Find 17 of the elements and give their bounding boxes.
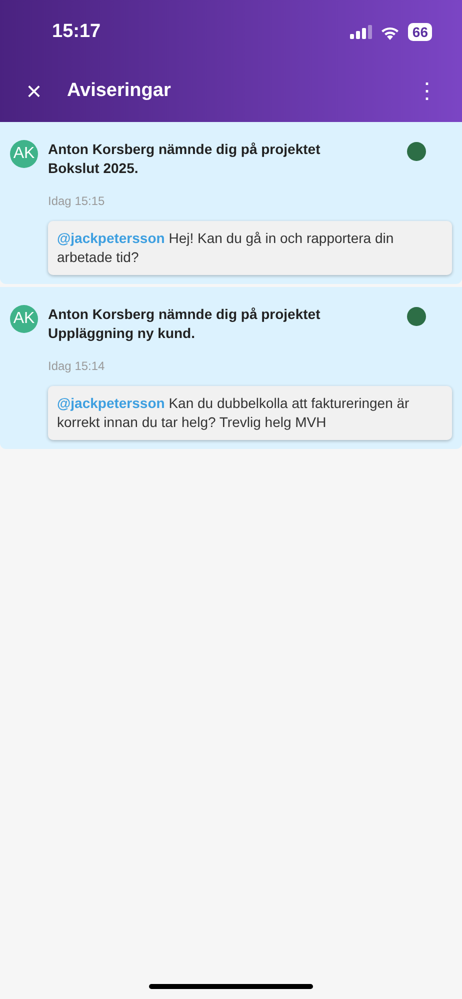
signal-icon [350, 25, 372, 39]
notification-title: Anton Korsberg nämnde dig på projektet Uppläggning ny kund. [48, 305, 322, 343]
avatar: AK [10, 140, 38, 168]
battery-level: 66 [408, 23, 432, 41]
notification-title: Anton Korsberg nämnde dig på projektet Bokslut 2025. [48, 140, 322, 178]
comment-text: @jackpetersson Hej! Kan du gå in och rapportera din arbetade tid? [57, 229, 395, 267]
status-time: 15:17 [52, 20, 101, 44]
more-menu-button[interactable]: ⋮ [416, 80, 438, 102]
avatar: AK [10, 305, 38, 333]
comment-text: @jackpetersson Kan du dubbelkolla att faktureringen är korrekt innan du tar helg? Trevlig helg MVH [57, 394, 410, 432]
timestamp: Idag 15:14 [48, 358, 106, 375]
timestamp: Idag 15:15 [48, 193, 106, 210]
notification-card[interactable]: AK Anton Korsberg nämnde dig på projektet Bokslut 2025. Idag 15:15 @jackpetersson Hej! Kan du gå in och rapportera din arbetade tid? [0, 122, 462, 284]
notification-card[interactable]: AK Anton Korsberg nämnde dig på projektet Uppläggning ny kund. Idag 15:14 @jackpetersson Kan du dubbelkolla att faktureringen är korrekt innan du tar helg? Trevlig helg MVH [0, 287, 462, 449]
close-button[interactable]: × [24, 78, 44, 104]
page-title: Aviseringar [67, 78, 172, 103]
wifi-icon [380, 24, 400, 40]
